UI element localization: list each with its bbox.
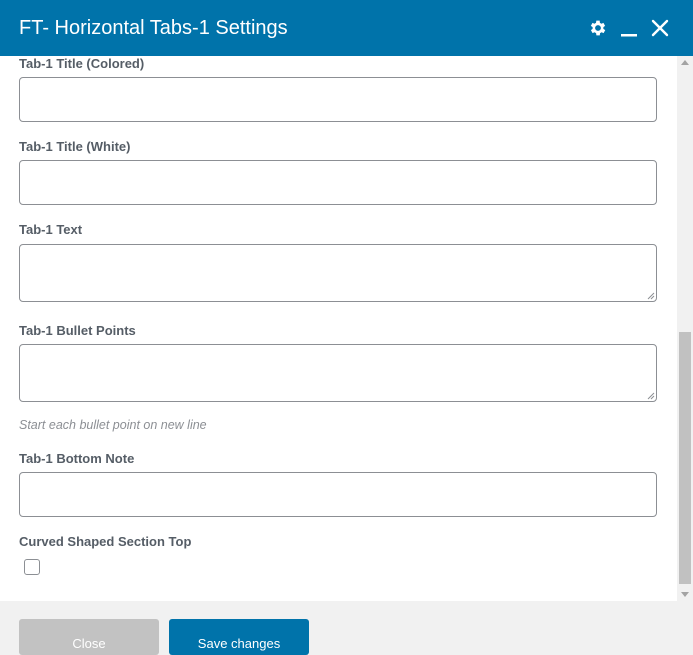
curved-top-checkbox[interactable] [24,559,40,575]
modal-footer: Close Save changes [0,601,693,655]
resize-grip-icon[interactable] [647,292,655,300]
bullets-field-wrap [19,344,657,402]
save-changes-button[interactable]: Save changes [169,619,309,655]
scrollbar-thumb[interactable] [679,332,691,584]
bullets-textarea[interactable] [19,344,657,402]
minimize-icon[interactable] [618,16,640,40]
scroll-up-arrow-icon[interactable] [681,60,689,65]
vertical-scrollbar[interactable] [677,56,693,601]
modal-title: FT- Horizontal Tabs-1 Settings [19,17,288,39]
gear-icon[interactable] [587,16,609,40]
bottom-note-label: Tab-1 Bottom Note [19,451,135,466]
header-actions [587,16,671,40]
bullets-help-text: Start each bullet point on new line [19,418,207,432]
settings-modal: FT- Horizontal Tabs-1 Settings Tab-1 Tit… [0,0,693,655]
title-white-input[interactable] [19,160,657,205]
bullets-label: Tab-1 Bullet Points [19,323,136,338]
scroll-down-arrow-icon[interactable] [681,592,689,597]
title-white-label: Tab-1 Title (White) [19,139,131,154]
bottom-note-input[interactable] [19,472,657,517]
title-colored-label: Tab-1 Title (Colored) [19,56,145,71]
modal-body: Tab-1 Title (Colored) Tab-1 Title (White… [0,56,693,601]
close-button[interactable]: Close [19,619,159,655]
resize-grip-icon[interactable] [647,392,655,400]
close-icon[interactable] [649,16,671,40]
text-label: Tab-1 Text [19,222,83,237]
text-field-wrap [19,244,657,302]
curved-top-label: Curved Shaped Section Top [19,534,192,549]
text-textarea[interactable] [19,244,657,302]
modal-header: FT- Horizontal Tabs-1 Settings [0,0,693,56]
title-colored-input[interactable] [19,77,657,122]
